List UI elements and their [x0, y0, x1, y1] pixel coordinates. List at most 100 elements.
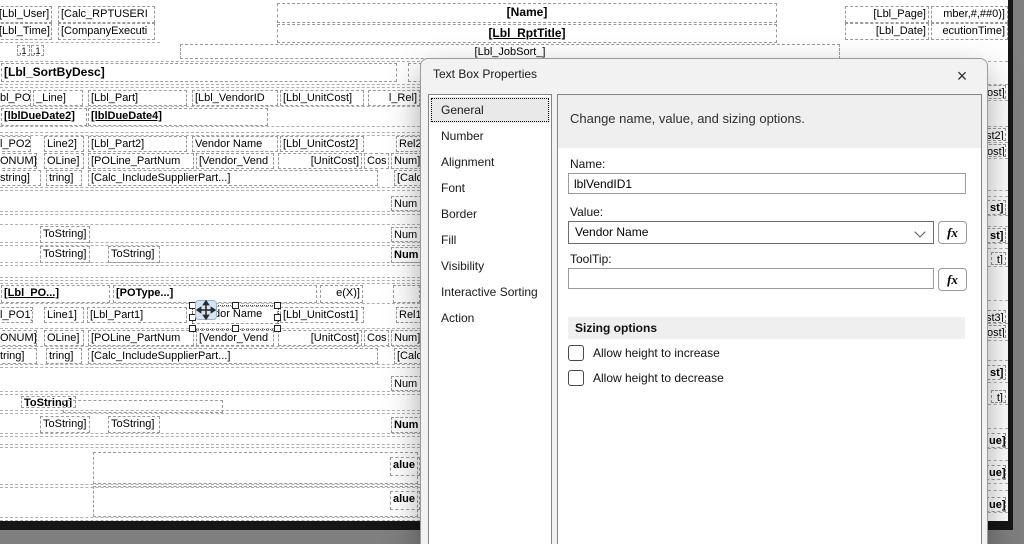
- nav-item-fill[interactable]: Fill: [430, 227, 550, 253]
- report-field[interactable]: [93, 452, 418, 484]
- tooltip-expression-button[interactable]: fx: [938, 268, 967, 291]
- report-field[interactable]: [Lbl_Time]: [0, 23, 52, 40]
- report-field[interactable]: Num: [391, 417, 422, 433]
- report-field[interactable]: [Calc_IncludeSupplierPart...]: [88, 170, 378, 186]
- report-field[interactable]: ToString]: [40, 416, 90, 433]
- report-field[interactable]: [UnitCost]: [278, 330, 362, 346]
- report-field[interactable]: Vendor Name: [192, 136, 278, 152]
- report-field[interactable]: [Lbl_User]: [0, 6, 52, 23]
- report-field[interactable]: e(X)]: [320, 285, 363, 303]
- selection-handle[interactable]: [274, 313, 281, 321]
- report-field[interactable]: ue]: [986, 497, 1006, 512]
- report-field[interactable]: tring]: [0, 348, 37, 364]
- report-field[interactable]: [Calc: [394, 170, 422, 186]
- report-field[interactable]: Num]: [391, 153, 422, 169]
- report-field[interactable]: Num: [391, 376, 422, 391]
- report-field[interactable]: Line1]: [44, 307, 84, 323]
- report-field[interactable]: ToString]: [108, 416, 160, 433]
- nav-item-border[interactable]: Border: [430, 201, 550, 227]
- selection-handle[interactable]: [231, 325, 239, 332]
- report-field[interactable]: [CompanyExecuti: [58, 23, 155, 40]
- report-field[interactable]: [Lbl_JobSort_]: [180, 44, 840, 59]
- selection-handle[interactable]: [189, 325, 196, 332]
- report-field[interactable]: [Lbl_UnitCost2]: [280, 136, 364, 152]
- report-field[interactable]: [Lbl_SortByDesc]: [1, 63, 397, 82]
- report-field[interactable]: t]: [991, 252, 1006, 265]
- report-field[interactable]: alue: [390, 491, 420, 510]
- report-field[interactable]: [Vendor_Vend: [196, 330, 274, 346]
- report-field[interactable]: st]: [987, 228, 1006, 243]
- report-field[interactable]: [Lbl_Part]: [88, 90, 187, 106]
- checkbox-allow-height-to-increase[interactable]: [568, 345, 584, 361]
- report-field[interactable]: tring]: [46, 348, 82, 364]
- report-field[interactable]: Num: [391, 196, 422, 211]
- selection-handle[interactable]: [274, 325, 281, 332]
- report-field[interactable]: Rel1]: [396, 307, 422, 323]
- report-field[interactable]: [Calc_IncludeSupplierPart...]: [88, 348, 378, 364]
- report-field[interactable]: string]: [0, 170, 41, 186]
- report-field[interactable]: [Vendor_Vend: [196, 153, 274, 169]
- nav-item-general[interactable]: General: [430, 97, 550, 123]
- report-field[interactable]: mber,#,##0)]: [931, 6, 1008, 23]
- report-field[interactable]: [POLine_PartNum: [88, 153, 194, 169]
- report-field[interactable]: [Lbl_PO...]: [1, 285, 110, 303]
- selection-handle[interactable]: [274, 302, 281, 309]
- report-field[interactable]: ue]: [986, 465, 1006, 480]
- report-field[interactable]: Num: [391, 227, 422, 242]
- report-field[interactable]: Rel2]: [396, 136, 422, 152]
- report-field[interactable]: t]: [991, 390, 1006, 403]
- report-field[interactable]: [63, 400, 223, 413]
- report-field[interactable]: [Lbl_UnitCost1]: [280, 307, 364, 323]
- report-field[interactable]: st]: [987, 365, 1006, 380]
- report-field[interactable]: [lblDueDate4]: [88, 108, 268, 126]
- nav-item-number[interactable]: Number: [430, 123, 550, 149]
- report-field[interactable]: OLine]: [44, 153, 84, 169]
- selection-handle[interactable]: [231, 302, 239, 309]
- report-field[interactable]: alue: [390, 457, 420, 476]
- nav-item-interactive-sorting[interactable]: Interactive Sorting: [430, 279, 550, 305]
- report-field[interactable]: [93, 486, 418, 517]
- report-field[interactable]: OLine]: [44, 330, 84, 346]
- report-field[interactable]: _Line]: [33, 90, 83, 106]
- report-field[interactable]: ,1: [31, 45, 44, 56]
- report-field[interactable]: [POLine_PartNum: [88, 330, 194, 346]
- report-field[interactable]: l_Rel]: [368, 90, 420, 106]
- report-field[interactable]: [Lbl_Date]: [845, 23, 929, 40]
- report-field[interactable]: [Lbl_Part1]: [87, 307, 187, 323]
- report-field[interactable]: [Lbl_UnitCost]: [280, 90, 364, 106]
- report-field[interactable]: ONUM]: [0, 153, 37, 169]
- report-field[interactable]: Cos: [364, 330, 389, 346]
- report-field[interactable]: Num]: [391, 330, 422, 346]
- checkbox-allow-height-to-decrease[interactable]: [568, 370, 584, 386]
- report-field[interactable]: [Lbl_Page]: [845, 6, 929, 23]
- nav-item-action[interactable]: Action: [430, 305, 550, 331]
- report-field[interactable]: ecutionTime]: [931, 23, 1008, 40]
- report-field[interactable]: [Lbl_Part2]: [88, 136, 187, 152]
- report-field[interactable]: [Name]: [277, 3, 777, 23]
- report-field[interactable]: ue]: [986, 433, 1006, 448]
- report-field[interactable]: tring]: [46, 170, 82, 186]
- report-field[interactable]: l_PO2]: [0, 136, 31, 152]
- report-field[interactable]: [Calc_RPTUSERI: [58, 6, 155, 23]
- report-field[interactable]: Cos: [364, 153, 389, 169]
- report-field[interactable]: ToString]: [40, 226, 90, 243]
- nav-item-visibility[interactable]: Visibility: [430, 253, 550, 279]
- report-field[interactable]: ONUM]: [0, 330, 37, 346]
- report-field[interactable]: [393, 285, 420, 303]
- report-field[interactable]: bl_PO]: [0, 90, 31, 106]
- report-field[interactable]: l_PO1]: [0, 307, 33, 323]
- nav-item-alignment[interactable]: Alignment: [430, 149, 550, 175]
- report-field[interactable]: Line2]: [44, 136, 84, 152]
- tooltip-input[interactable]: [568, 268, 934, 289]
- report-field[interactable]: [Lbl_RptTitle]: [277, 24, 777, 43]
- value-expression-button[interactable]: fx: [938, 221, 967, 244]
- report-field[interactable]: ToString]: [108, 246, 160, 263]
- report-field[interactable]: [Lbl_VendorID: [192, 90, 278, 106]
- report-field[interactable]: [lblDueDate2]: [1, 108, 87, 126]
- report-field[interactable]: Num: [391, 247, 422, 263]
- report-field[interactable]: ToString]: [40, 246, 90, 263]
- value-combobox[interactable]: Vendor Name: [568, 221, 934, 244]
- report-field[interactable]: st]: [987, 200, 1006, 215]
- name-input[interactable]: [568, 173, 966, 194]
- close-icon[interactable]: ×: [949, 63, 975, 89]
